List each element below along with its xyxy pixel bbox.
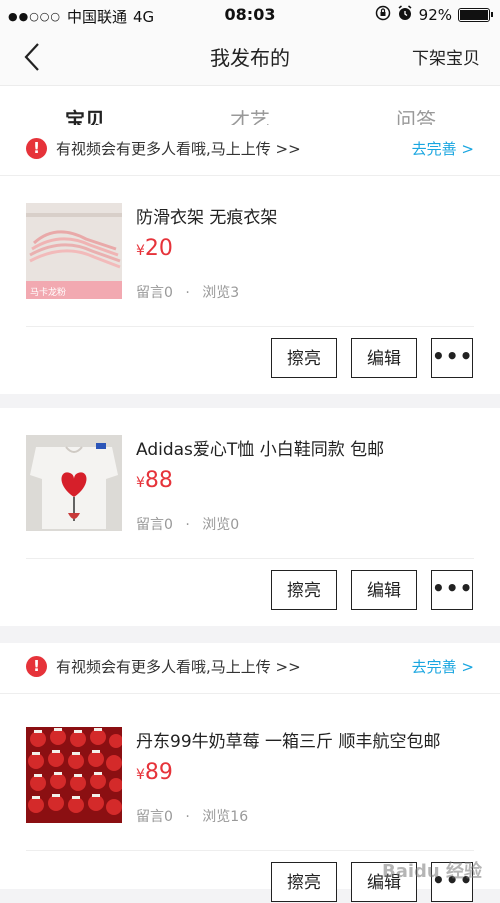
stats-separator: · — [185, 517, 190, 533]
price-value: 89 — [144, 760, 173, 785]
card-divider — [26, 326, 474, 327]
currency-symbol: ¥ — [136, 475, 145, 491]
thumbnail-label: 马卡龙粉 — [30, 288, 67, 298]
card-divider — [26, 850, 474, 851]
product-title[interactable]: 防滑衣架 无痕衣架 — [136, 203, 277, 228]
alert-icon: ! — [26, 138, 47, 159]
status-bar: ●●○○○ 中国联通 4G 08:03 92% — [0, 0, 500, 30]
battery-percent: 92% — [418, 6, 452, 24]
product-title[interactable]: 丹东99牛奶草莓 一箱三斤 顺丰航空包邮 — [136, 727, 440, 752]
status-right: 92% — [375, 5, 493, 25]
comment-count: 留言0 — [136, 809, 173, 825]
watermark: Baidu 经验 — [381, 861, 482, 882]
product-title[interactable]: Adidas爱心T恤 小白鞋同款 包邮 — [136, 435, 384, 460]
product-price: ¥88 — [136, 468, 173, 493]
nav-bar: 我发布的 下架宝贝 — [0, 30, 500, 85]
comment-count: 留言0 — [136, 285, 173, 301]
more-options-button[interactable]: ••• — [431, 338, 473, 378]
complete-link[interactable]: 去完善 > — [412, 138, 474, 159]
stats-separator: · — [185, 285, 190, 301]
more-options-button[interactable]: ••• — [431, 570, 473, 610]
video-notice-text: 有视频会有更多人看哦,马上上传 >> — [56, 140, 301, 158]
battery-icon — [458, 8, 493, 22]
product-card: Adidas爱心T恤 小白鞋同款 包邮 ¥88 留言0 · 浏览0 擦亮 编辑 … — [0, 408, 500, 626]
currency-symbol: ¥ — [136, 767, 145, 783]
edit-button[interactable]: 编辑 — [351, 338, 417, 378]
unlist-items-button[interactable]: 下架宝贝 — [412, 44, 480, 69]
card-divider — [26, 558, 474, 559]
view-count: 浏览0 — [202, 517, 240, 533]
product-thumbnail[interactable] — [26, 727, 122, 823]
alert-icon: ! — [26, 656, 47, 677]
polish-button[interactable]: 擦亮 — [271, 862, 337, 902]
product-price: ¥89 — [136, 760, 173, 785]
product-thumbnail[interactable] — [26, 435, 122, 531]
video-notice-text: 有视频会有更多人看哦,马上上传 >> — [56, 658, 301, 676]
product-price: ¥20 — [136, 236, 173, 261]
video-notice[interactable]: ! 有视频会有更多人看哦,马上上传 >> 去完善 > — [0, 643, 500, 694]
price-value: 20 — [144, 236, 173, 261]
product-stats: 留言0 · 浏览3 — [136, 282, 239, 302]
rotation-lock-icon — [375, 5, 391, 25]
product-stats: 留言0 · 浏览16 — [136, 806, 248, 826]
product-thumbnail[interactable]: 马卡龙粉 — [26, 203, 122, 299]
view-count: 浏览3 — [202, 285, 240, 301]
polish-button[interactable]: 擦亮 — [271, 338, 337, 378]
edit-button[interactable]: 编辑 — [351, 570, 417, 610]
video-notice-top[interactable]: ! 有视频会有更多人看哦,马上上传 >> 去完善 > — [0, 125, 500, 176]
view-count: 浏览16 — [202, 809, 249, 825]
battery-fill — [460, 10, 488, 20]
product-card: 马卡龙粉 防滑衣架 无痕衣架 ¥20 留言0 · 浏览3 擦亮 编辑 ••• — [0, 176, 500, 394]
currency-symbol: ¥ — [136, 243, 145, 259]
price-value: 88 — [144, 468, 173, 493]
product-card: ! 有视频会有更多人看哦,马上上传 >> 去完善 > 丹东99牛奶草莓 一箱三斤… — [0, 643, 500, 902]
product-stats: 留言0 · 浏览0 — [136, 514, 239, 534]
alarm-icon — [397, 5, 413, 25]
polish-button[interactable]: 擦亮 — [271, 570, 337, 610]
comment-count: 留言0 — [136, 517, 173, 533]
stats-separator: · — [185, 809, 190, 825]
complete-link[interactable]: 去完善 > — [412, 656, 474, 677]
